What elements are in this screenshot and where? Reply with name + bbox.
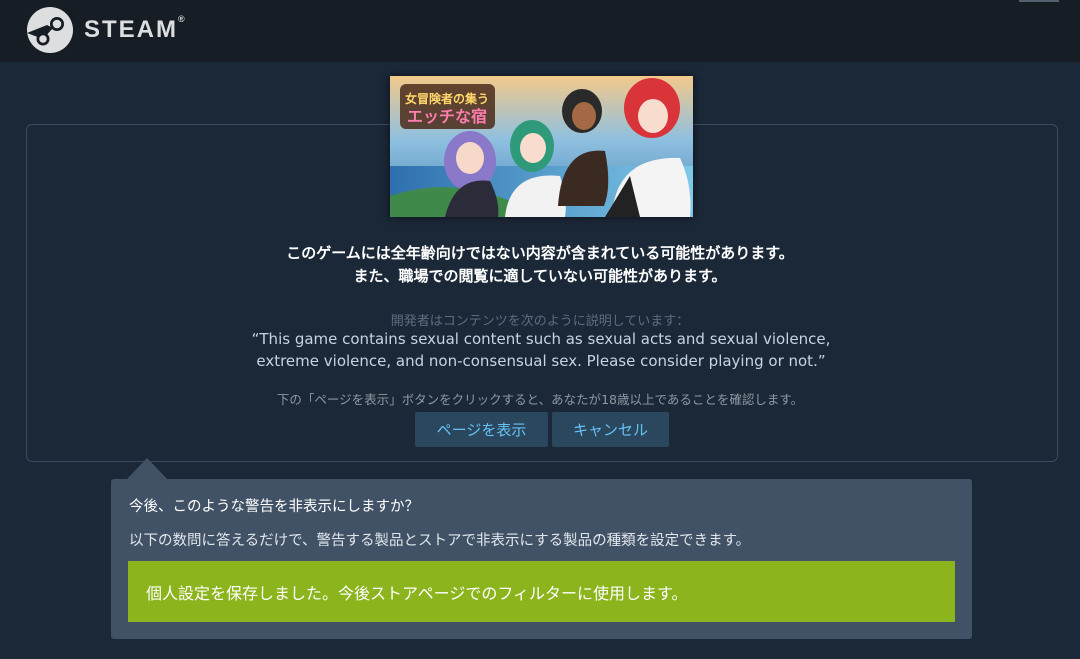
- developer-description-label: 開発者はコンテンツを次のように説明しています：: [390, 314, 690, 329]
- preferences-title: 今後、このような警告を非表示にしますか？: [129, 499, 419, 515]
- game-capsule-image: 女冒険者の集う エッチな宿: [390, 76, 693, 217]
- preferences-pointer: [126, 458, 168, 480]
- preferences-saved-banner: 個人設定を保存しました。今後ストアページでのフィルターに使用します。: [128, 561, 955, 622]
- game-capsule-art: 女冒険者の集う エッチな宿: [390, 76, 693, 217]
- svg-text:エッチな宿: エッチな宿: [407, 107, 487, 126]
- steam-header: STEAM®: [0, 0, 1080, 62]
- mature-warning-line-1: このゲームには全年齢向けではない内容が含まれている可能性があります。: [286, 244, 794, 262]
- preferences-saved-message: 個人設定を保存しました。今後ストアページでのフィルターに使用します。: [146, 583, 688, 603]
- mature-warning-line-2: また、職場での閲覧に適していない可能性があります。: [353, 267, 727, 285]
- preferences-description: 以下の数問に答えるだけで、警告する製品とストアで非表示にする製品の種類を設定でき…: [129, 533, 751, 549]
- header-menu-edge[interactable]: [1019, 0, 1059, 2]
- content-preferences-panel: 今後、このような警告を非表示にしますか？ 以下の数問に答えるだけで、警告する製品…: [111, 479, 972, 639]
- steam-logo-icon: [27, 7, 73, 53]
- age-confirm-text: 下の「ページを表示」ボタンをクリックすると、あなたが18歳以上であることを確認し…: [276, 392, 804, 407]
- cancel-button[interactable]: キャンセル: [552, 412, 669, 447]
- developer-description: “This game contains sexual content such …: [251, 330, 831, 370]
- steam-wordmark: STEAM®: [84, 14, 185, 43]
- view-page-button[interactable]: ページを表示: [415, 412, 548, 447]
- capsule-title-art: 女冒険者の集う: [405, 91, 489, 106]
- steam-logo[interactable]: STEAM®: [26, 6, 185, 54]
